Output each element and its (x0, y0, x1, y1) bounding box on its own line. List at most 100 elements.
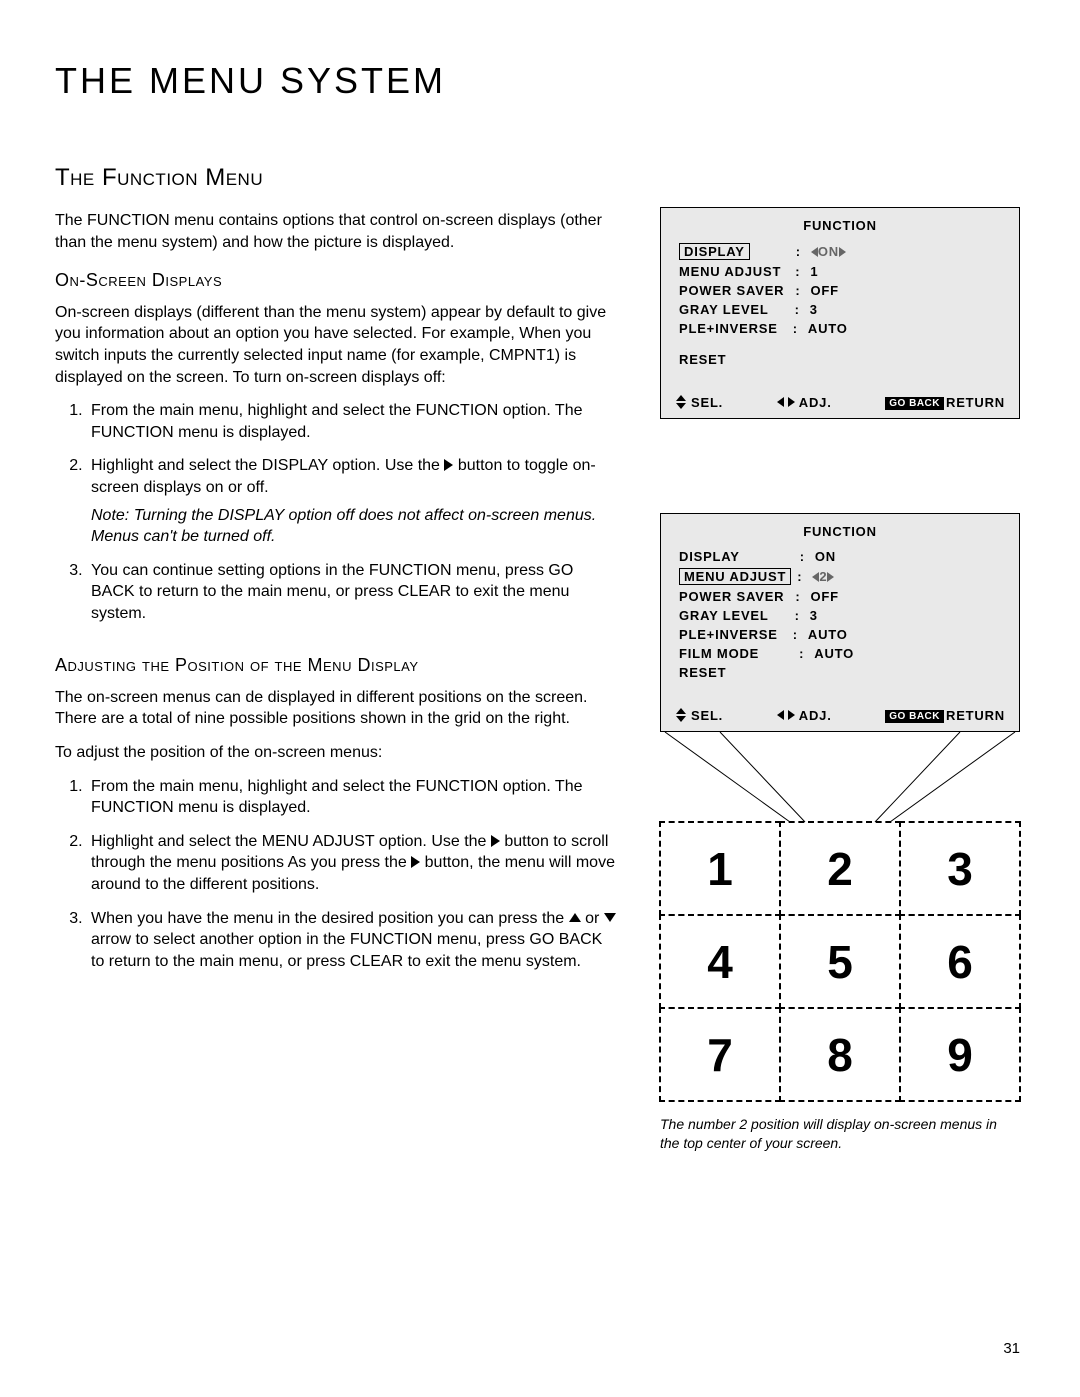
adjust-step-3: When you have the menu in the desired po… (87, 908, 620, 973)
grid-cell-9: 9 (899, 1007, 1021, 1102)
osd-value: OFF (811, 283, 839, 298)
page-title: THE MENU SYSTEM (55, 60, 1020, 102)
osd-value: 2 (819, 569, 827, 584)
osd-value: 1 (810, 264, 818, 279)
colon: : (795, 589, 800, 604)
osd-value: 3 (810, 302, 818, 317)
osd2-row-display: DISPLAY : ON (679, 549, 1001, 564)
osd-value: ON (815, 549, 836, 564)
triangle-left-icon (812, 572, 819, 582)
colon: : (800, 549, 805, 564)
osd2-row-pleinverse: PLE+INVERSE : AUTO (679, 627, 1001, 642)
osd1-footer: SEL. ADJ. GO BACKRETURN (661, 389, 1019, 418)
triangle-up-icon (569, 913, 581, 922)
osd-paragraph: On-screen displays (different than the m… (55, 302, 620, 388)
osd-value: ON (818, 244, 839, 259)
adj-label: ADJ. (799, 395, 832, 410)
adjust-step-1: From the main menu, highlight and select… (87, 776, 620, 819)
section-title: The Function Menu (55, 162, 620, 194)
osd-value: AUTO (814, 646, 854, 661)
updown-icon (675, 395, 687, 409)
osd-box-2: FUNCTION DISPLAY : ON MENU ADJUST : 2 (660, 513, 1020, 732)
subsection-osd-title: On-Screen Displays (55, 268, 620, 292)
adjust-step-2: Highlight and select the MENU ADJUST opt… (87, 831, 620, 896)
adjust-paragraph-2: To adjust the position of the on-screen … (55, 742, 620, 764)
osd-label: PLE+INVERSE (679, 321, 778, 336)
position-grid: 1 2 3 4 5 6 7 8 9 (660, 822, 1020, 1101)
grid-cell-4: 4 (659, 914, 781, 1009)
osd-label: PLE+INVERSE (679, 627, 778, 642)
return-label: RETURN (946, 708, 1005, 723)
osd1-row-graylevel: GRAY LEVEL : 3 (679, 302, 1001, 317)
osd2-row-reset: RESET (679, 665, 1001, 680)
osd2-row-menuadjust: MENU ADJUST : 2 (679, 568, 1001, 585)
osd-label: MENU ADJUST (679, 568, 791, 585)
sel-label: SEL. (691, 708, 723, 723)
osd-value: OFF (811, 589, 839, 604)
colon: : (795, 608, 800, 623)
goback-badge: GO BACK (885, 397, 944, 410)
grid-cell-5: 5 (779, 914, 901, 1009)
osd-label: DISPLAY (679, 243, 750, 260)
grid-cell-7: 7 (659, 1007, 781, 1102)
osd-label: RESET (679, 665, 726, 680)
colon: : (797, 569, 802, 584)
text: arrow to select another option in the FU… (91, 931, 602, 970)
page-number: 31 (1003, 1340, 1020, 1357)
osd1-row-menuadjust: MENU ADJUST : 1 (679, 264, 1001, 279)
adjust-steps: From the main menu, highlight and select… (55, 776, 620, 973)
grid-cell-3: 3 (899, 821, 1021, 916)
osd-label: MENU ADJUST (679, 264, 781, 279)
triangle-right-icon (839, 247, 846, 257)
osd2-footer: SEL. ADJ. GO BACKRETURN (661, 702, 1019, 731)
osd2-row-powersaver: POWER SAVER : OFF (679, 589, 1001, 604)
return-label: RETURN (946, 395, 1005, 410)
text: or (581, 910, 604, 927)
osd2-title: FUNCTION (661, 524, 1019, 539)
osd-step-1: From the main menu, highlight and select… (87, 400, 620, 443)
osd-steps: From the main menu, highlight and select… (55, 400, 620, 624)
osd2-row-filmmode: FILM MODE : AUTO (679, 646, 1001, 661)
adj-label: ADJ. (799, 708, 832, 723)
osd-label: GRAY LEVEL (679, 302, 769, 317)
triangle-left-icon (811, 247, 818, 257)
text: Highlight and select the DISPLAY option.… (91, 457, 444, 474)
osd-value: AUTO (808, 321, 848, 336)
grid-cell-1: 1 (659, 821, 781, 916)
right-column: FUNCTION DISPLAY : ON MENU ADJUST : 1 PO… (660, 162, 1020, 1153)
osd-note: Note: Turning the DISPLAY option off doe… (91, 505, 620, 548)
left-column: The Function Menu The FUNCTION menu cont… (55, 162, 620, 988)
sel-label: SEL. (691, 395, 723, 410)
osd2-row-graylevel: GRAY LEVEL : 3 (679, 608, 1001, 623)
grid-cell-8: 8 (779, 1007, 901, 1102)
play-right-icon (411, 856, 420, 868)
osd-value: AUTO (808, 627, 848, 642)
osd-label: FILM MODE (679, 646, 759, 661)
grid-caption: The number 2 position will display on-sc… (660, 1115, 1020, 1153)
osd1-title: FUNCTION (661, 218, 1019, 233)
osd-box-1: FUNCTION DISPLAY : ON MENU ADJUST : 1 PO… (660, 207, 1020, 419)
intro-paragraph: The FUNCTION menu contains options that … (55, 210, 620, 253)
goback-badge: GO BACK (885, 710, 944, 723)
osd-value: 3 (810, 608, 818, 623)
osd-label: POWER SAVER (679, 283, 784, 298)
grid-cell-2: 2 (779, 821, 901, 916)
osd1-row-powersaver: POWER SAVER : OFF (679, 283, 1001, 298)
osd-step-3: You can continue setting options in the … (87, 560, 620, 625)
colon: : (793, 627, 798, 642)
triangle-down-icon (604, 913, 616, 922)
osd-label: GRAY LEVEL (679, 608, 769, 623)
osd1-row-reset: RESET (679, 352, 1001, 367)
osd-step-2: Highlight and select the DISPLAY option.… (87, 455, 620, 547)
osd-label: POWER SAVER (679, 589, 784, 604)
osd1-row-display: DISPLAY : ON (679, 243, 1001, 260)
text: When you have the menu in the desired po… (91, 910, 569, 927)
osd1-row-pleinverse: PLE+INVERSE : AUTO (679, 321, 1001, 336)
osd-label: DISPLAY (679, 549, 740, 564)
colon: : (793, 321, 798, 336)
text: Highlight and select the MENU ADJUST opt… (91, 833, 491, 850)
updown-icon (675, 708, 687, 722)
grid-cell-6: 6 (899, 914, 1021, 1009)
play-right-icon (491, 835, 500, 847)
connector-lines (660, 732, 1020, 822)
